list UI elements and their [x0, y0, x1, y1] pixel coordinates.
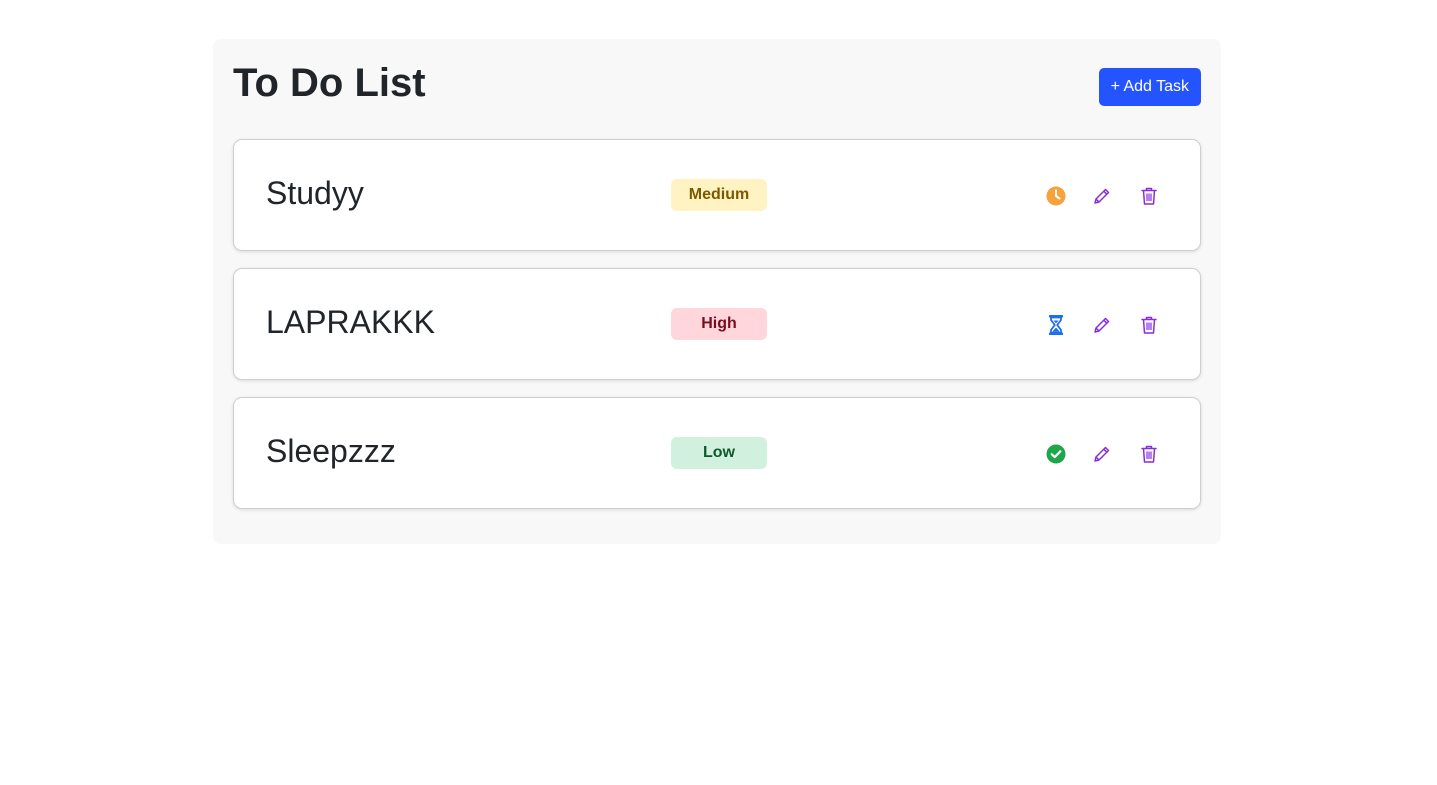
task-actions [1042, 182, 1172, 210]
task-actions [1042, 311, 1172, 339]
check-circle-icon[interactable] [1042, 440, 1070, 468]
priority-badge: High [671, 308, 767, 340]
trash-icon[interactable] [1135, 311, 1163, 339]
header: To Do List + Add Task [233, 59, 1201, 109]
priority-badge: Low [671, 437, 767, 469]
task-title: Studyy [266, 175, 364, 211]
task-card: Sleepzzz Low [233, 397, 1201, 509]
hourglass-icon[interactable] [1042, 311, 1070, 339]
edit-icon[interactable] [1088, 440, 1116, 468]
page-title: To Do List [233, 61, 426, 105]
trash-icon[interactable] [1135, 182, 1163, 210]
trash-icon[interactable] [1135, 440, 1163, 468]
priority-badge: Medium [671, 179, 767, 211]
task-card: Studyy Medium [233, 139, 1201, 251]
task-card: LAPRAKKK High [233, 268, 1201, 380]
clock-icon[interactable] [1042, 182, 1070, 210]
edit-icon[interactable] [1088, 311, 1116, 339]
task-list: Studyy Medium LAPRAKKK High Sleepzzz Low [233, 139, 1201, 526]
add-task-button[interactable]: + Add Task [1098, 68, 1201, 106]
todo-container: To Do List + Add Task Studyy Medium LAPR… [213, 39, 1221, 544]
task-title: LAPRAKKK [266, 304, 435, 340]
task-actions [1042, 440, 1172, 468]
app-root: To Do List + Add Task Studyy Medium LAPR… [0, 0, 1437, 785]
edit-icon[interactable] [1088, 182, 1116, 210]
task-title: Sleepzzz [266, 433, 396, 469]
